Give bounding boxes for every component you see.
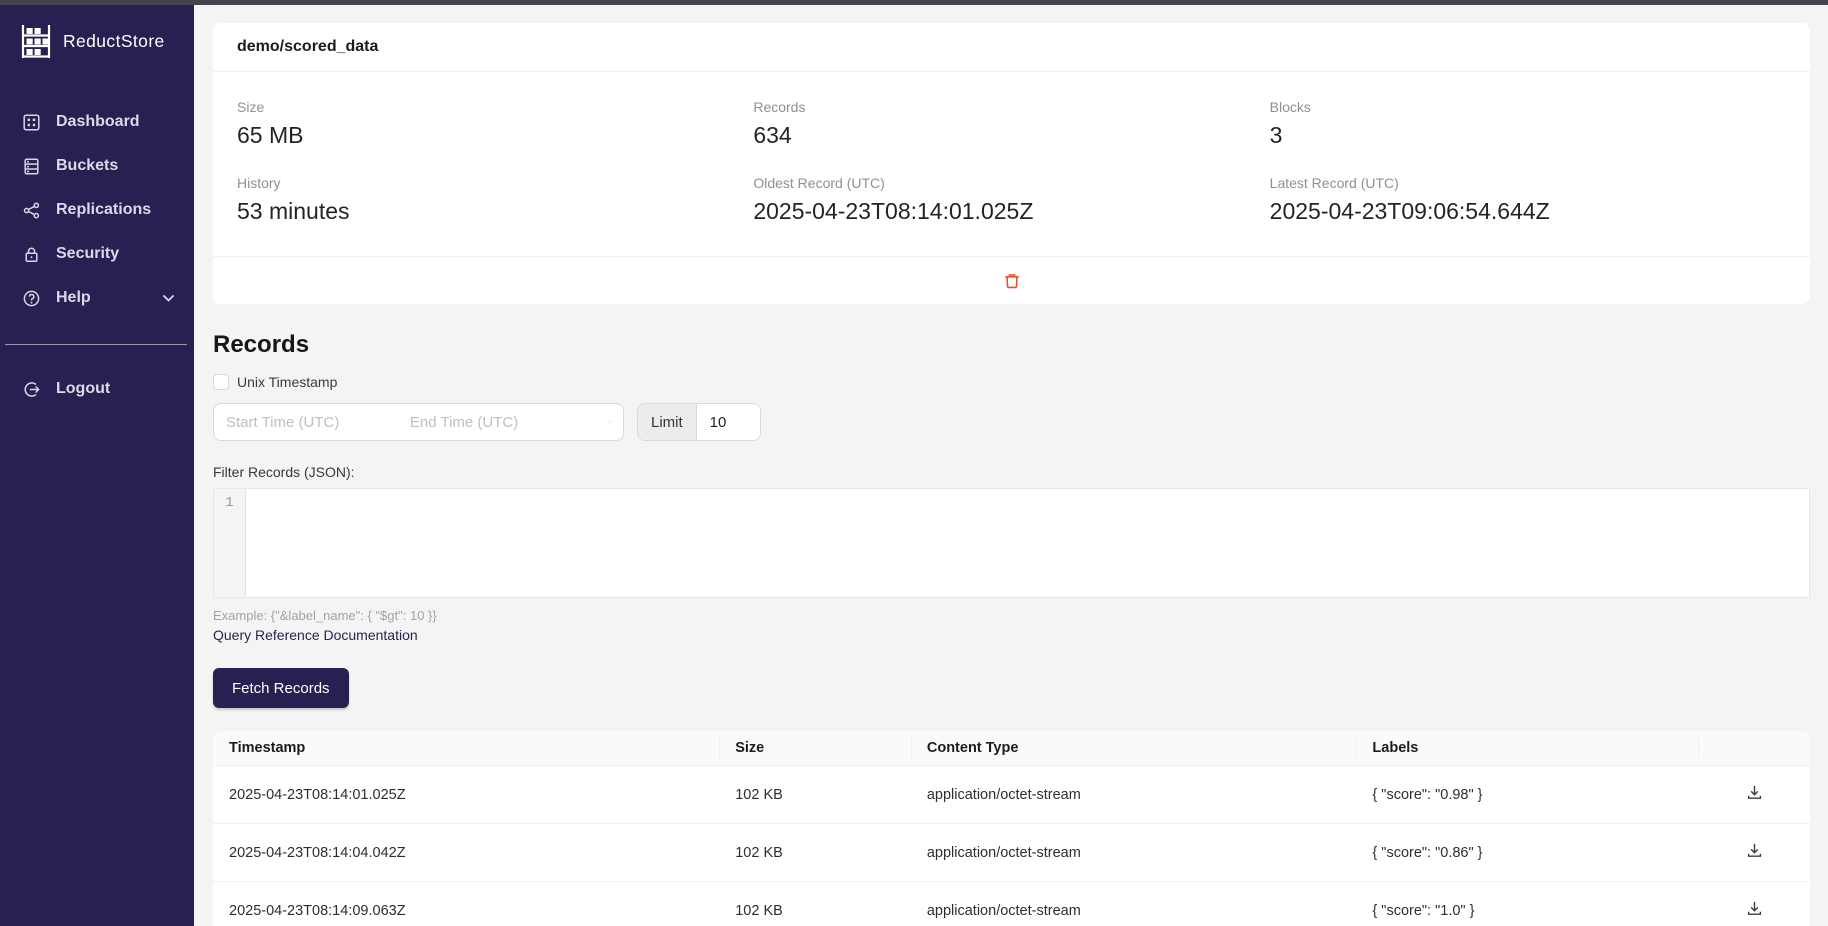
download-record-button[interactable] bbox=[1746, 900, 1763, 917]
cell-content-type: application/octet-stream bbox=[911, 766, 1357, 824]
sidebar-item-label: Logout bbox=[56, 380, 110, 398]
sidebar-item-help[interactable]: Help bbox=[0, 276, 194, 320]
entry-actions-row bbox=[213, 257, 1810, 304]
cell-timestamp: 2025-04-23T08:14:04.042Z bbox=[213, 824, 719, 882]
checkbox-box[interactable] bbox=[213, 374, 229, 390]
cell-labels: { "score": "0.98" } bbox=[1356, 766, 1698, 824]
unix-timestamp-label: Unix Timestamp bbox=[237, 374, 337, 390]
download-icon bbox=[1746, 842, 1763, 859]
sidebar-item-dashboard[interactable]: Dashboard bbox=[0, 100, 194, 144]
records-heading: Records bbox=[213, 331, 1810, 359]
table-header-row: Timestamp Size Content Type Labels bbox=[213, 731, 1810, 766]
records-table: Timestamp Size Content Type Labels 2025-… bbox=[213, 731, 1810, 926]
sidebar-item-security[interactable]: Security bbox=[0, 232, 194, 276]
download-icon bbox=[1746, 900, 1763, 917]
top-strip bbox=[0, 0, 1828, 5]
column-header-timestamp: Timestamp bbox=[213, 731, 719, 766]
column-header-labels: Labels bbox=[1356, 731, 1698, 766]
sidebar-item-label: Help bbox=[56, 289, 91, 307]
limit-control: Limit bbox=[637, 403, 761, 441]
delete-entry-button[interactable] bbox=[1003, 272, 1021, 290]
limit-label: Limit bbox=[638, 404, 697, 440]
buckets-icon bbox=[23, 158, 40, 175]
stat-latest-record: Latest Record (UTC) 2025-04-23T09:06:54.… bbox=[1270, 175, 1786, 225]
column-header-content-type: Content Type bbox=[911, 731, 1357, 766]
start-time-input[interactable] bbox=[226, 414, 398, 431]
table-row: 2025-04-23T08:14:04.042Z 102 KB applicat… bbox=[213, 824, 1810, 882]
filter-example-hint: Example: {"&label_name": { "$gt": 10 }} bbox=[213, 608, 1810, 623]
table-row: 2025-04-23T08:14:01.025Z 102 KB applicat… bbox=[213, 766, 1810, 824]
cell-size: 102 KB bbox=[719, 824, 911, 882]
reductstore-logo-icon bbox=[17, 22, 55, 60]
brand-logo[interactable]: ReductStore bbox=[17, 22, 194, 60]
cell-timestamp: 2025-04-23T08:14:09.063Z bbox=[213, 882, 719, 926]
calendar-icon bbox=[609, 414, 611, 430]
editor-line-number: 1 bbox=[225, 495, 233, 511]
sidebar-item-label: Replications bbox=[56, 201, 151, 219]
help-icon bbox=[23, 290, 40, 307]
stat-records: Records 634 bbox=[753, 99, 1269, 149]
sidebar-item-buckets[interactable]: Buckets bbox=[0, 144, 194, 188]
bucket-entry-title: demo/scored_data bbox=[213, 23, 1810, 71]
replications-icon bbox=[23, 202, 40, 219]
stat-history: History 53 minutes bbox=[237, 175, 753, 225]
cell-content-type: application/octet-stream bbox=[911, 824, 1357, 882]
download-record-button[interactable] bbox=[1746, 784, 1763, 801]
filter-json-editor[interactable]: 1 bbox=[213, 488, 1810, 598]
stat-blocks: Blocks 3 bbox=[1270, 99, 1786, 149]
cell-size: 102 KB bbox=[719, 882, 911, 926]
trash-icon bbox=[1003, 272, 1021, 290]
logout-icon bbox=[23, 381, 40, 398]
dashboard-icon bbox=[23, 114, 40, 131]
filter-records-label: Filter Records (JSON): bbox=[213, 464, 1810, 480]
stat-size: Size 65 MB bbox=[237, 99, 753, 149]
bucket-summary-card: demo/scored_data Size 65 MB Records 634 … bbox=[213, 23, 1810, 304]
end-time-input[interactable] bbox=[410, 414, 609, 431]
column-header-actions bbox=[1698, 731, 1810, 766]
records-section: Records Unix Timestamp bbox=[213, 331, 1810, 926]
chevron-down-icon bbox=[163, 295, 174, 302]
editor-text-area[interactable] bbox=[246, 489, 1809, 597]
query-reference-link[interactable]: Query Reference Documentation bbox=[213, 627, 418, 643]
sidebar-item-replications[interactable]: Replications bbox=[0, 188, 194, 232]
cell-timestamp: 2025-04-23T08:14:01.025Z bbox=[213, 766, 719, 824]
sidebar-nav: Dashboard Buckets bbox=[0, 100, 194, 320]
sidebar-item-label: Buckets bbox=[56, 157, 118, 175]
column-header-size: Size bbox=[719, 731, 911, 766]
sidebar: ReductStore Dashboard bbox=[0, 0, 194, 926]
sidebar-item-label: Security bbox=[56, 245, 119, 263]
app-root: ReductStore Dashboard bbox=[0, 0, 1828, 926]
cell-content-type: application/octet-stream bbox=[911, 882, 1357, 926]
sidebar-divider bbox=[5, 344, 187, 345]
download-icon bbox=[1746, 784, 1763, 801]
cell-labels: { "score": "1.0" } bbox=[1356, 882, 1698, 926]
cell-size: 102 KB bbox=[719, 766, 911, 824]
time-range-picker[interactable] bbox=[213, 403, 624, 441]
range-arrow-icon bbox=[398, 418, 400, 427]
security-icon bbox=[23, 246, 40, 263]
cell-labels: { "score": "0.86" } bbox=[1356, 824, 1698, 882]
table-row: 2025-04-23T08:14:09.063Z 102 KB applicat… bbox=[213, 882, 1810, 926]
brand-name: ReductStore bbox=[63, 31, 165, 52]
unix-timestamp-checkbox[interactable]: Unix Timestamp bbox=[213, 374, 337, 390]
main-content: demo/scored_data Size 65 MB Records 634 … bbox=[194, 0, 1828, 926]
fetch-records-button[interactable]: Fetch Records bbox=[213, 668, 349, 708]
sidebar-item-logout[interactable]: Logout bbox=[0, 367, 194, 411]
stat-oldest-record: Oldest Record (UTC) 2025-04-23T08:14:01.… bbox=[753, 175, 1269, 225]
sidebar-item-label: Dashboard bbox=[56, 113, 140, 131]
bucket-stats-grid: Size 65 MB Records 634 Blocks 3 History … bbox=[213, 72, 1810, 256]
limit-input[interactable] bbox=[697, 404, 760, 440]
query-controls-row: Limit bbox=[213, 403, 1810, 441]
download-record-button[interactable] bbox=[1746, 842, 1763, 859]
editor-line-gutter: 1 bbox=[214, 489, 246, 597]
